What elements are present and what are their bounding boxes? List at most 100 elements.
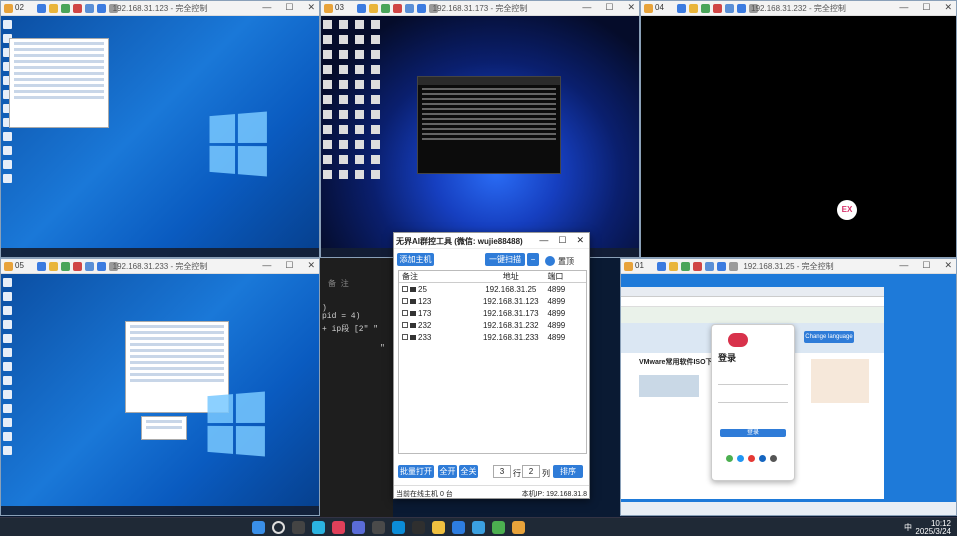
close-button[interactable]: ✕ [944, 2, 952, 13]
window-titlebar[interactable]: 04 192.168.31.232 - 完全控制 — ☐ ✕ [641, 1, 956, 16]
row-remark: 173 [418, 308, 432, 318]
close-button[interactable]: ✕ [576, 235, 584, 246]
host-taskbar: 中 10:12 2025/3/24 [0, 517, 957, 536]
login-title: 登录 [718, 353, 737, 363]
row-address: 192.168.31.173 [482, 308, 539, 318]
folder-icon[interactable] [432, 521, 445, 534]
maximize-button[interactable]: ☐ [922, 2, 930, 13]
alipay-icon[interactable] [759, 455, 766, 462]
close-button[interactable]: ✕ [944, 260, 952, 271]
task-view-icon[interactable] [292, 521, 305, 534]
maximize-button[interactable]: ☐ [285, 260, 293, 271]
maximize-button[interactable]: ☐ [605, 2, 613, 13]
remote-desktop[interactable]: Change language VMware常用软件ISO下载汇... 登录 登… [621, 274, 956, 515]
maximize-button[interactable]: ☐ [922, 260, 930, 271]
chat-app-icon[interactable] [472, 521, 485, 534]
pin-toggle[interactable] [545, 256, 555, 266]
row-checkbox[interactable] [402, 298, 408, 305]
row-checkbox[interactable] [402, 322, 408, 329]
social-login-icons[interactable] [726, 455, 777, 462]
minimize-button[interactable]: — [899, 2, 908, 13]
minimize-button[interactable]: — [262, 260, 271, 271]
terminal-icon[interactable] [412, 521, 425, 534]
browser-tabs[interactable] [621, 287, 884, 297]
minimize-button[interactable]: — [262, 2, 271, 13]
remote-window-05[interactable]: 05 192.168.31.233 - 完全控制 — ☐ ✕ [0, 258, 320, 516]
code-editor-fragment: 备 注 ) pid = 4) + ip段 [2" " " [320, 258, 393, 520]
tool-title: 无界AI群控工具 (微信: wujie88488) [396, 237, 523, 246]
taskbar-apps[interactable] [252, 521, 525, 534]
wechat-icon[interactable] [492, 521, 505, 534]
wechat-icon[interactable] [726, 455, 733, 462]
table-row[interactable]: 25 192.168.31.25 4899 [399, 283, 586, 295]
remote-desktop[interactable] [1, 16, 319, 257]
window-titlebar[interactable]: 01 192.168.31.25 - 完全控制 — ☐ ✕ [621, 259, 956, 274]
explorer-window[interactable] [9, 38, 109, 128]
batch-open-button[interactable]: 批量打开 [398, 465, 434, 478]
remote-window-04[interactable]: 04 192.168.31.232 - 完全控制 — ☐ ✕ EX [640, 0, 957, 258]
remote-desktop[interactable]: EX [641, 16, 956, 257]
maximize-button[interactable]: ☐ [558, 235, 566, 246]
code-line: " [380, 344, 385, 353]
table-row[interactable]: 233 192.168.31.233 4899 [399, 331, 586, 343]
row-port: 4899 [547, 296, 566, 306]
close-all-button[interactable]: 全关 [459, 465, 478, 478]
row-checkbox[interactable] [402, 310, 408, 317]
collapse-button[interactable]: − [527, 253, 539, 266]
table-row[interactable]: 232 192.168.31.232 4899 [399, 319, 586, 331]
code-input[interactable] [718, 395, 788, 403]
remote-window-03[interactable]: 03 192.168.31.173 - 完全控制 — ☐ ✕ [320, 0, 640, 258]
terminal-window[interactable] [417, 76, 561, 174]
vscode-icon[interactable] [452, 521, 465, 534]
qq-icon[interactable] [737, 455, 744, 462]
remote-app-icon[interactable] [312, 521, 325, 534]
login-button[interactable]: 登录 [720, 429, 786, 437]
edge-icon[interactable] [392, 521, 405, 534]
host-table[interactable]: 备注 地址 端口 25 192.168.31.25 4899 123 192.168.… [398, 270, 587, 454]
remote-window-01[interactable]: 01 192.168.31.25 - 完全控制 — ☐ ✕ Change langu… [620, 258, 957, 516]
remote-desktop[interactable] [321, 16, 639, 257]
remote-control-icon[interactable] [512, 521, 525, 534]
group-control-tool[interactable]: 无界AI群控工具 (微信: wujie88488) — ☐ ✕ 添加主机 一键扫描 … [393, 232, 590, 499]
cols-input[interactable]: 2 [522, 465, 540, 478]
maximize-button[interactable]: ☐ [285, 2, 293, 13]
clock[interactable]: 10:12 2025/3/24 [915, 520, 951, 536]
github-icon[interactable] [770, 455, 777, 462]
remote-desktop[interactable] [1, 274, 319, 515]
login-dialog[interactable]: 登录 登录 [711, 324, 795, 481]
table-row[interactable]: 123 192.168.31.123 4899 [399, 295, 586, 307]
window-titlebar[interactable]: 05 192.168.31.233 - 完全控制 — ☐ ✕ [1, 259, 319, 274]
window-titlebar[interactable]: 03 192.168.31.173 - 完全控制 — ☐ ✕ [321, 1, 639, 16]
add-host-button[interactable]: 添加主机 [397, 253, 434, 266]
minimize-button[interactable]: — [899, 260, 908, 271]
remote-window-02[interactable]: 02 192.168.31.123 - 完全控制 — ☐ ✕ [0, 0, 320, 258]
tool-titlebar[interactable]: 无界AI群控工具 (微信: wujie88488) — ☐ ✕ [394, 233, 589, 249]
address-bar[interactable] [621, 297, 884, 307]
open-all-button[interactable]: 全开 [438, 465, 457, 478]
dialog-window[interactable] [141, 416, 187, 440]
ime-indicator[interactable]: 中 [904, 522, 912, 533]
close-button[interactable]: ✕ [307, 2, 315, 13]
window-titlebar[interactable]: 02 192.168.31.123 - 完全控制 — ☐ ✕ [1, 1, 319, 16]
row-checkbox[interactable] [402, 286, 408, 293]
notes-app-icon[interactable] [352, 521, 365, 534]
weibo-icon[interactable] [748, 455, 755, 462]
row-checkbox[interactable] [402, 334, 408, 341]
settings-app-icon[interactable] [372, 521, 385, 534]
search-icon[interactable] [272, 521, 285, 534]
close-button[interactable]: ✕ [307, 260, 315, 271]
scan-button[interactable]: 一键扫描 [485, 253, 525, 266]
phone-input[interactable] [718, 377, 788, 385]
sort-button[interactable]: 排序 [553, 465, 583, 478]
start-icon[interactable] [252, 521, 265, 534]
rows-input[interactable]: 3 [493, 465, 511, 478]
pc-icon [410, 298, 416, 304]
close-button[interactable]: ✕ [627, 2, 635, 13]
table-row[interactable]: 173 192.168.31.173 4899 [399, 307, 586, 319]
pc-icon [410, 334, 416, 340]
change-language-button[interactable]: Change language [804, 331, 854, 343]
minimize-button[interactable]: — [539, 235, 548, 246]
media-app-icon[interactable] [332, 521, 345, 534]
code-line: 备 注 [328, 280, 349, 289]
minimize-button[interactable]: — [582, 2, 591, 13]
